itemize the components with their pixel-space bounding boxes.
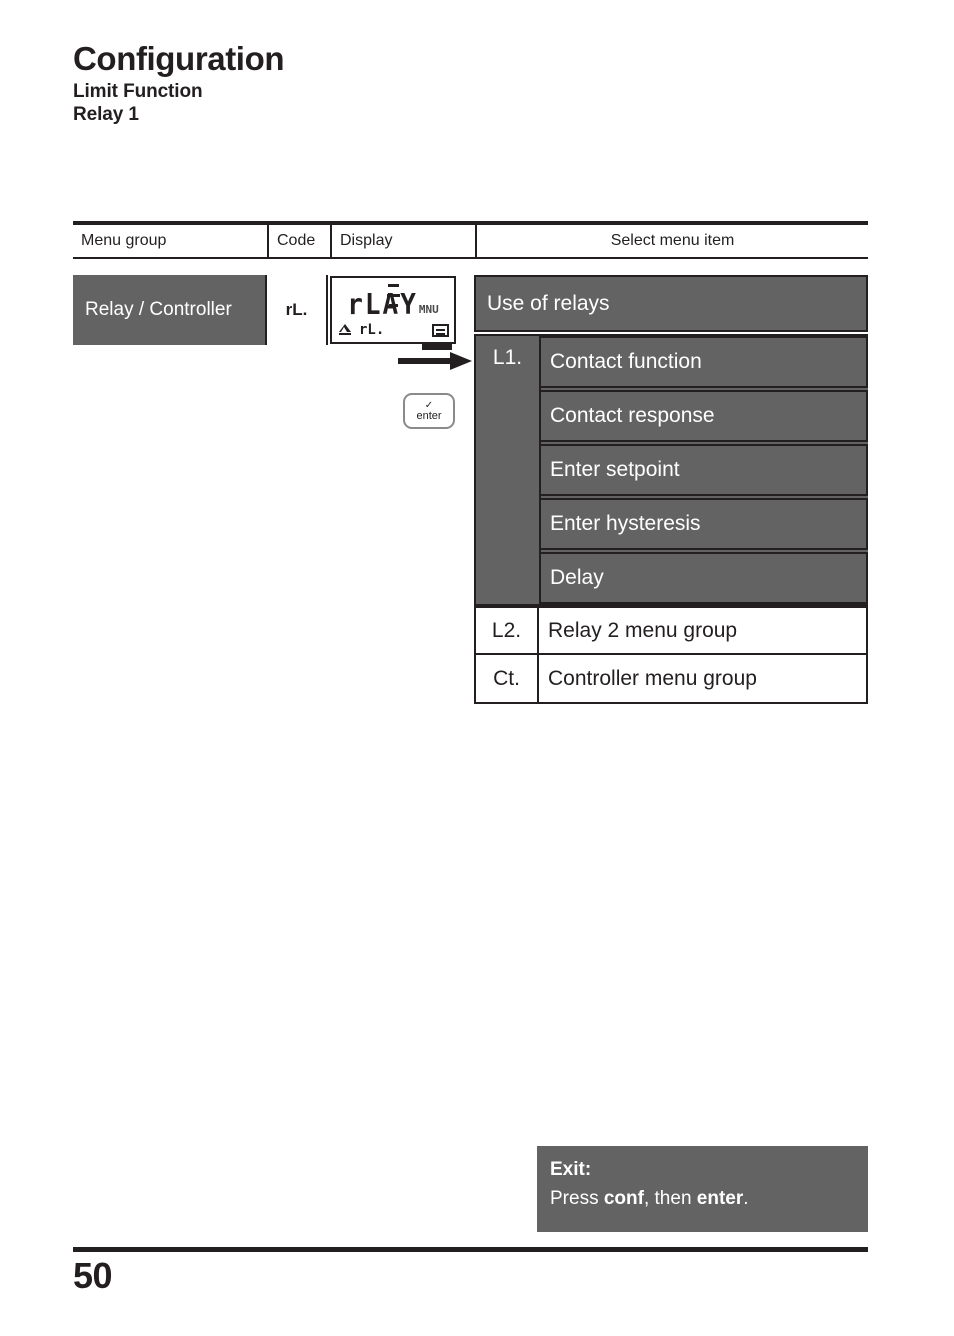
footer-divider (73, 1247, 868, 1252)
exit-prefix: Press (550, 1187, 604, 1209)
lcd-mode-text: MNU (418, 303, 439, 316)
menu-item-enter-setpoint[interactable]: Enter setpoint (541, 444, 868, 496)
menu-group-row: Relay / Controller rL. rLAY MNU rL. (73, 275, 458, 350)
display-cell: rLAY MNU rL. (328, 275, 458, 350)
menu-group-name: Relay / Controller (73, 275, 265, 345)
column-header-display: Display (330, 225, 475, 257)
menu-row-l2-code: L2. (476, 608, 539, 653)
menu-row-ct[interactable]: Ct. Controller menu group (474, 655, 868, 704)
select-menu-item-column: Use of relays L1. Contact function Conta… (474, 275, 868, 704)
menu-row-ct-label: Controller menu group (548, 666, 757, 690)
meas-icon (432, 323, 449, 337)
enter-key-button[interactable]: ✓ enter (403, 393, 455, 429)
menu-row-l2[interactable]: L2. Relay 2 menu group (474, 606, 868, 655)
page-heading: Configuration Limit Function Relay 1 (73, 40, 773, 126)
column-header-code: Code (267, 225, 330, 257)
page-subtitle-2: Relay 1 (73, 104, 139, 126)
menu-heading-use-of-relays[interactable]: Use of relays (474, 275, 868, 332)
page-subtitle-1: Limit Function (73, 80, 203, 102)
menu-row-l2-label: Relay 2 menu group (548, 618, 738, 642)
menu-group-l1-code: L1. (492, 346, 523, 369)
table-header-row: Menu group Code Display Select menu item (73, 221, 868, 259)
menu-item-delay[interactable]: Delay (541, 552, 868, 604)
column-header-menu-group: Menu group (81, 232, 167, 249)
exit-key-enter: enter (696, 1187, 744, 1209)
lcd-display: rLAY MNU rL. (330, 276, 456, 350)
page-number: 50 (73, 1255, 113, 1296)
menu-group-code: rL. (265, 275, 328, 345)
menu-item-contact-response[interactable]: Contact response (541, 390, 868, 442)
lcd-bottom-code: rL. (359, 322, 385, 338)
lcd-main-text: rLAY (347, 288, 418, 322)
page-title: Configuration (73, 40, 285, 77)
exit-suffix: . (743, 1187, 749, 1209)
menu-row-ct-code: Ct. (476, 655, 539, 702)
warning-triangle-icon (338, 324, 352, 336)
exit-instruction-text: Press conf, then enter. (550, 1186, 868, 1212)
check-icon: ✓ (424, 399, 434, 411)
exit-middle: , then (643, 1187, 697, 1209)
enter-key-label: enter (416, 409, 442, 422)
menu-group-l1: L1. Contact function Contact response En… (474, 334, 868, 606)
column-header-select-menu-item: Select menu item (475, 225, 868, 257)
exit-key-conf: conf (603, 1187, 644, 1209)
exit-instruction-box: Exit: Press conf, then enter. (537, 1146, 868, 1232)
lcd-indicator-bar (422, 343, 452, 350)
lcd-main-row: rLAY MNU (332, 288, 454, 322)
menu-item-contact-function[interactable]: Contact function (541, 336, 868, 388)
exit-title: Exit: (550, 1159, 592, 1180)
menu-group-l1-items: Contact function Contact response Enter … (539, 336, 868, 604)
flow-arrow-icon (398, 352, 474, 370)
lcd-bottom-row: rL. (338, 323, 449, 337)
menu-item-enter-hysteresis[interactable]: Enter hysteresis (541, 498, 868, 550)
